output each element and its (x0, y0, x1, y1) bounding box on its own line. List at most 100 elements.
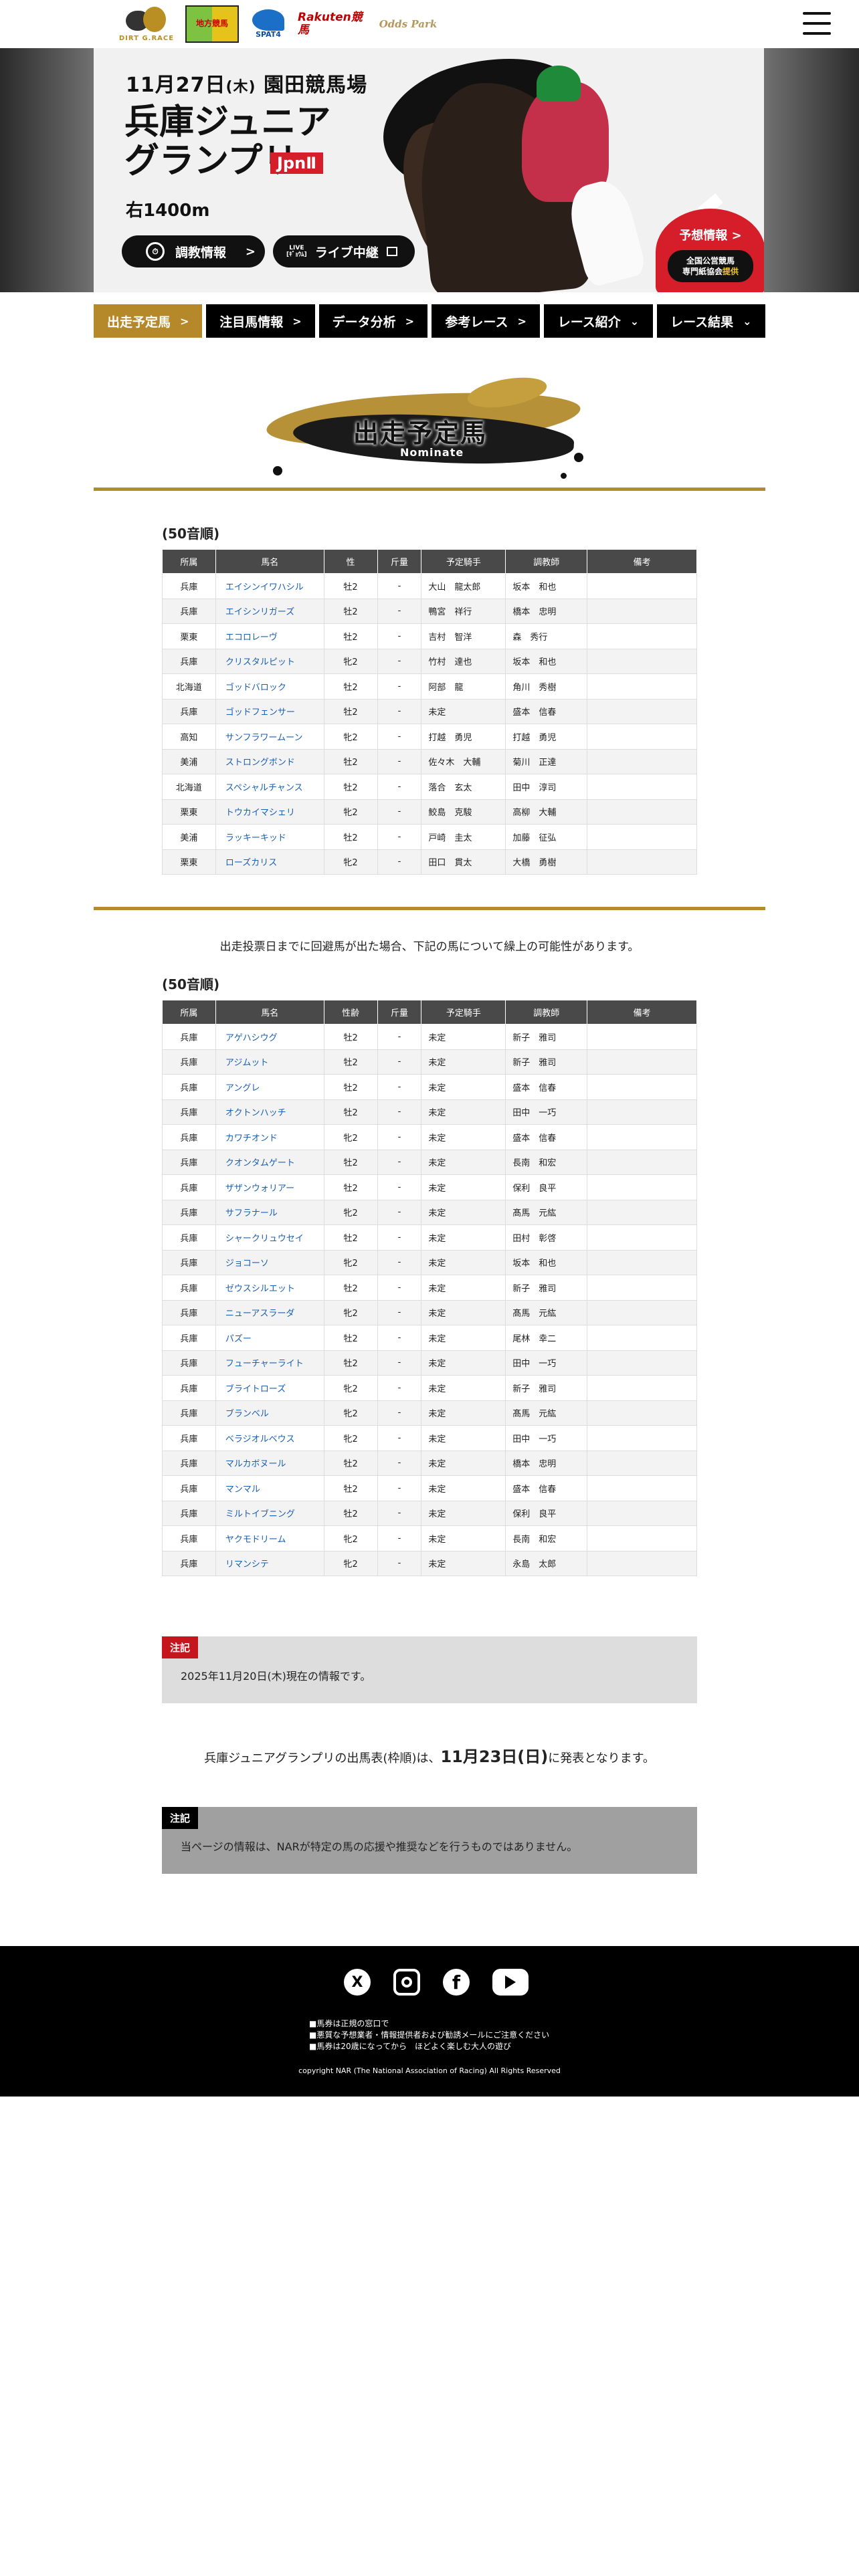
cell-trainer: 大橋 勇樹 (505, 849, 588, 875)
cell-horse-name[interactable]: マンマル (215, 1475, 324, 1501)
footer-link-scam-warning[interactable]: ■悪質な予想業者・情報提供者および勧誘メールにご注意ください (309, 2030, 549, 2041)
cell-affiliation: 兵庫 (162, 1299, 216, 1325)
cell-affiliation: 兵庫 (162, 648, 216, 674)
cell-horse-name[interactable]: エイシンイワハシル (215, 573, 324, 599)
chevron-right-icon: > (292, 314, 302, 328)
cell-remarks (587, 1199, 697, 1225)
instagram-icon[interactable] (393, 1969, 420, 1996)
cell-sex-age: 牡2 (323, 748, 378, 774)
cell-horse-name[interactable]: ラッキーキッド (215, 824, 324, 850)
cell-jockey: 未定 (421, 1149, 506, 1175)
note-tag: 注記 (162, 1807, 199, 1829)
cell-horse-name[interactable]: エコロレーヴ (215, 623, 324, 649)
cell-weight: - (377, 1475, 422, 1501)
cell-horse-name[interactable]: シャークリュウセイ (215, 1224, 324, 1251)
cell-affiliation: 兵庫 (162, 1124, 216, 1150)
race-date-day: 11月27日 (126, 74, 226, 97)
cell-horse-name[interactable]: トウカイマシェリ (215, 798, 324, 825)
cell-trainer: 盛本 信春 (505, 1124, 588, 1150)
cell-horse-name[interactable]: アゲハシウグ (215, 1024, 324, 1050)
cell-horse-name[interactable]: オクトンハッチ (215, 1099, 324, 1125)
cell-sex-age: 牡2 (323, 1074, 378, 1100)
tab-race-intro[interactable]: レース紹介 ⌄ (544, 304, 653, 338)
spat4-logo[interactable]: SPAT4 (248, 9, 288, 39)
cell-sex-age: 牡2 (323, 1049, 378, 1075)
hero-inner: 11月27日(木) 園田競馬場 兵庫ジュニア グランプリ JpnⅡ 右1400m… (94, 48, 764, 292)
cell-sex-age: 牡2 (323, 1325, 378, 1351)
footer-link-age-limit[interactable]: ■馬券は20歳になってから ほどよく楽しむ大人の遊び (309, 2041, 549, 2052)
rakuten-keiba-logo[interactable]: Rakuten競馬 (298, 11, 369, 37)
top-bar: DIRT G.RACE 地方競馬 SPAT4 Rakuten競馬 Odds Pa… (0, 0, 859, 48)
cell-remarks (587, 1249, 697, 1275)
cell-jockey: 未定 (421, 1199, 506, 1225)
table-row: 兵庫 エイシンリガーズ 牡2- 鴨宮 祥行 橋本 忠明 (162, 598, 697, 624)
cell-trainer: 坂本 和也 (505, 648, 588, 674)
cell-horse-name[interactable]: スペシャルチャンス (215, 774, 324, 800)
tab-nominate[interactable]: 出走予定馬 > (94, 304, 203, 338)
training-info-button[interactable]: ⏱ 調教情報 > (122, 235, 265, 267)
local-keiba-logo[interactable]: 地方競馬 (185, 5, 239, 43)
cell-horse-name[interactable]: ゼウスシルエット (215, 1275, 324, 1301)
cell-sex-age: 牝2 (323, 648, 378, 674)
local-keiba-logo-text: 地方競馬 (195, 19, 228, 29)
cell-trainer: 新子 雅司 (505, 1049, 588, 1075)
cell-horse-name[interactable]: ニューアスラーダ (215, 1299, 324, 1325)
cell-horse-name[interactable]: クオンタムゲート (215, 1149, 324, 1175)
youtube-icon[interactable] (492, 1969, 529, 1996)
cell-horse-name[interactable]: サンフラワームーン (215, 724, 324, 750)
cell-horse-name[interactable]: ジョコーソ (215, 1249, 324, 1275)
tab-featured[interactable]: 注目馬情報 > (206, 304, 315, 338)
cell-trainer: 髙馬 元紘 (505, 1400, 588, 1426)
tab-label: 注目馬情報 (219, 314, 284, 330)
cell-trainer: 永島 太郎 (505, 1550, 588, 1576)
cell-horse-name[interactable]: ストロングボンド (215, 748, 324, 774)
cell-horse-name[interactable]: ローズカリス (215, 849, 324, 875)
cell-sex-age: 牝2 (323, 1375, 378, 1401)
cell-affiliation: 北海道 (162, 774, 216, 800)
table-row: 兵庫 ジョコーソ 牝2- 未定 坂本 和也 (162, 1249, 697, 1275)
cell-horse-name[interactable]: カワチオンド (215, 1124, 324, 1150)
footer-link-official-window[interactable]: ■馬券は正規の窓口で (309, 2018, 549, 2030)
cell-horse-name[interactable]: アングレ (215, 1074, 324, 1100)
cell-jockey: 落合 玄太 (421, 774, 506, 800)
facebook-icon[interactable]: f (443, 1969, 470, 1996)
cell-horse-name[interactable]: パズー (215, 1325, 324, 1351)
cell-horse-name[interactable]: ゴッドバロック (215, 673, 324, 700)
forecast-info-badge[interactable]: 予想情報 > 全国公営競馬 専門紙協会提供 (656, 209, 764, 292)
tab-race-result[interactable]: レース結果 ⌄ (656, 304, 765, 338)
cell-horse-name[interactable]: エイシンリガーズ (215, 598, 324, 624)
cell-horse-name[interactable]: サフラナール (215, 1199, 324, 1225)
cell-horse-name[interactable]: ヤクモドリーム (215, 1525, 324, 1551)
cell-horse-name[interactable]: ミルトイブニング (215, 1500, 324, 1526)
cell-jockey: 未定 (421, 1275, 506, 1301)
cell-horse-name[interactable]: ザザンウォリアー (215, 1174, 324, 1200)
dirt-grade-race-logo[interactable]: DIRT G.RACE (117, 6, 176, 42)
cell-horse-name[interactable]: ベラジオルベウス (215, 1425, 324, 1451)
cell-horse-name[interactable]: ブランベル (215, 1400, 324, 1426)
cell-horse-name[interactable]: マルカボヌール (215, 1450, 324, 1476)
x-twitter-icon[interactable]: X (344, 1969, 371, 1996)
cell-horse-name[interactable]: フューチャーライト (215, 1350, 324, 1376)
cell-jockey: 鴨宮 祥行 (421, 598, 506, 624)
cell-trainer: 橋本 忠明 (505, 1450, 588, 1476)
tab-data-analysis[interactable]: データ分析 > (318, 304, 427, 338)
odds-park-logo[interactable]: Odds Park (378, 19, 438, 30)
cell-weight: - (377, 1024, 422, 1050)
table-row: 北海道 ゴッドバロック 牡2- 阿部 龍角川 秀樹 (162, 673, 697, 700)
cell-horse-name[interactable]: リマンシテ (215, 1550, 324, 1576)
tab-reference-race[interactable]: 参考レース > (431, 304, 541, 338)
table-row: 兵庫 ベラジオルベウス 牝2- 未定 田中 一巧 (162, 1425, 697, 1451)
cell-sex-age: 牡2 (323, 598, 378, 624)
cell-horse-name[interactable]: ブライトローズ (215, 1375, 324, 1401)
cell-sex-age: 牡2 (323, 1450, 378, 1476)
table-row: 兵庫 ブランベル 牝2- 未定 髙馬 元紘 (162, 1400, 697, 1426)
cell-remarks (587, 798, 697, 825)
live-stream-button[interactable]: LIVE [ｷﾞｮｳﾑ] ライブ中継 (273, 235, 415, 267)
hamburger-menu-icon[interactable] (803, 12, 831, 35)
cell-horse-name[interactable]: クリスタルピット (215, 648, 324, 674)
cell-horse-name[interactable]: アジムット (215, 1049, 324, 1075)
cell-trainer: 田中 淳司 (505, 774, 588, 800)
column-header-sex-age: 性 (323, 549, 378, 574)
footer: X f ■馬券は正規の窓口で ■悪質な予想業者・情報提供者および勧誘メールにご注… (0, 1946, 859, 2097)
cell-horse-name[interactable]: ゴッドフェンサー (215, 698, 324, 724)
